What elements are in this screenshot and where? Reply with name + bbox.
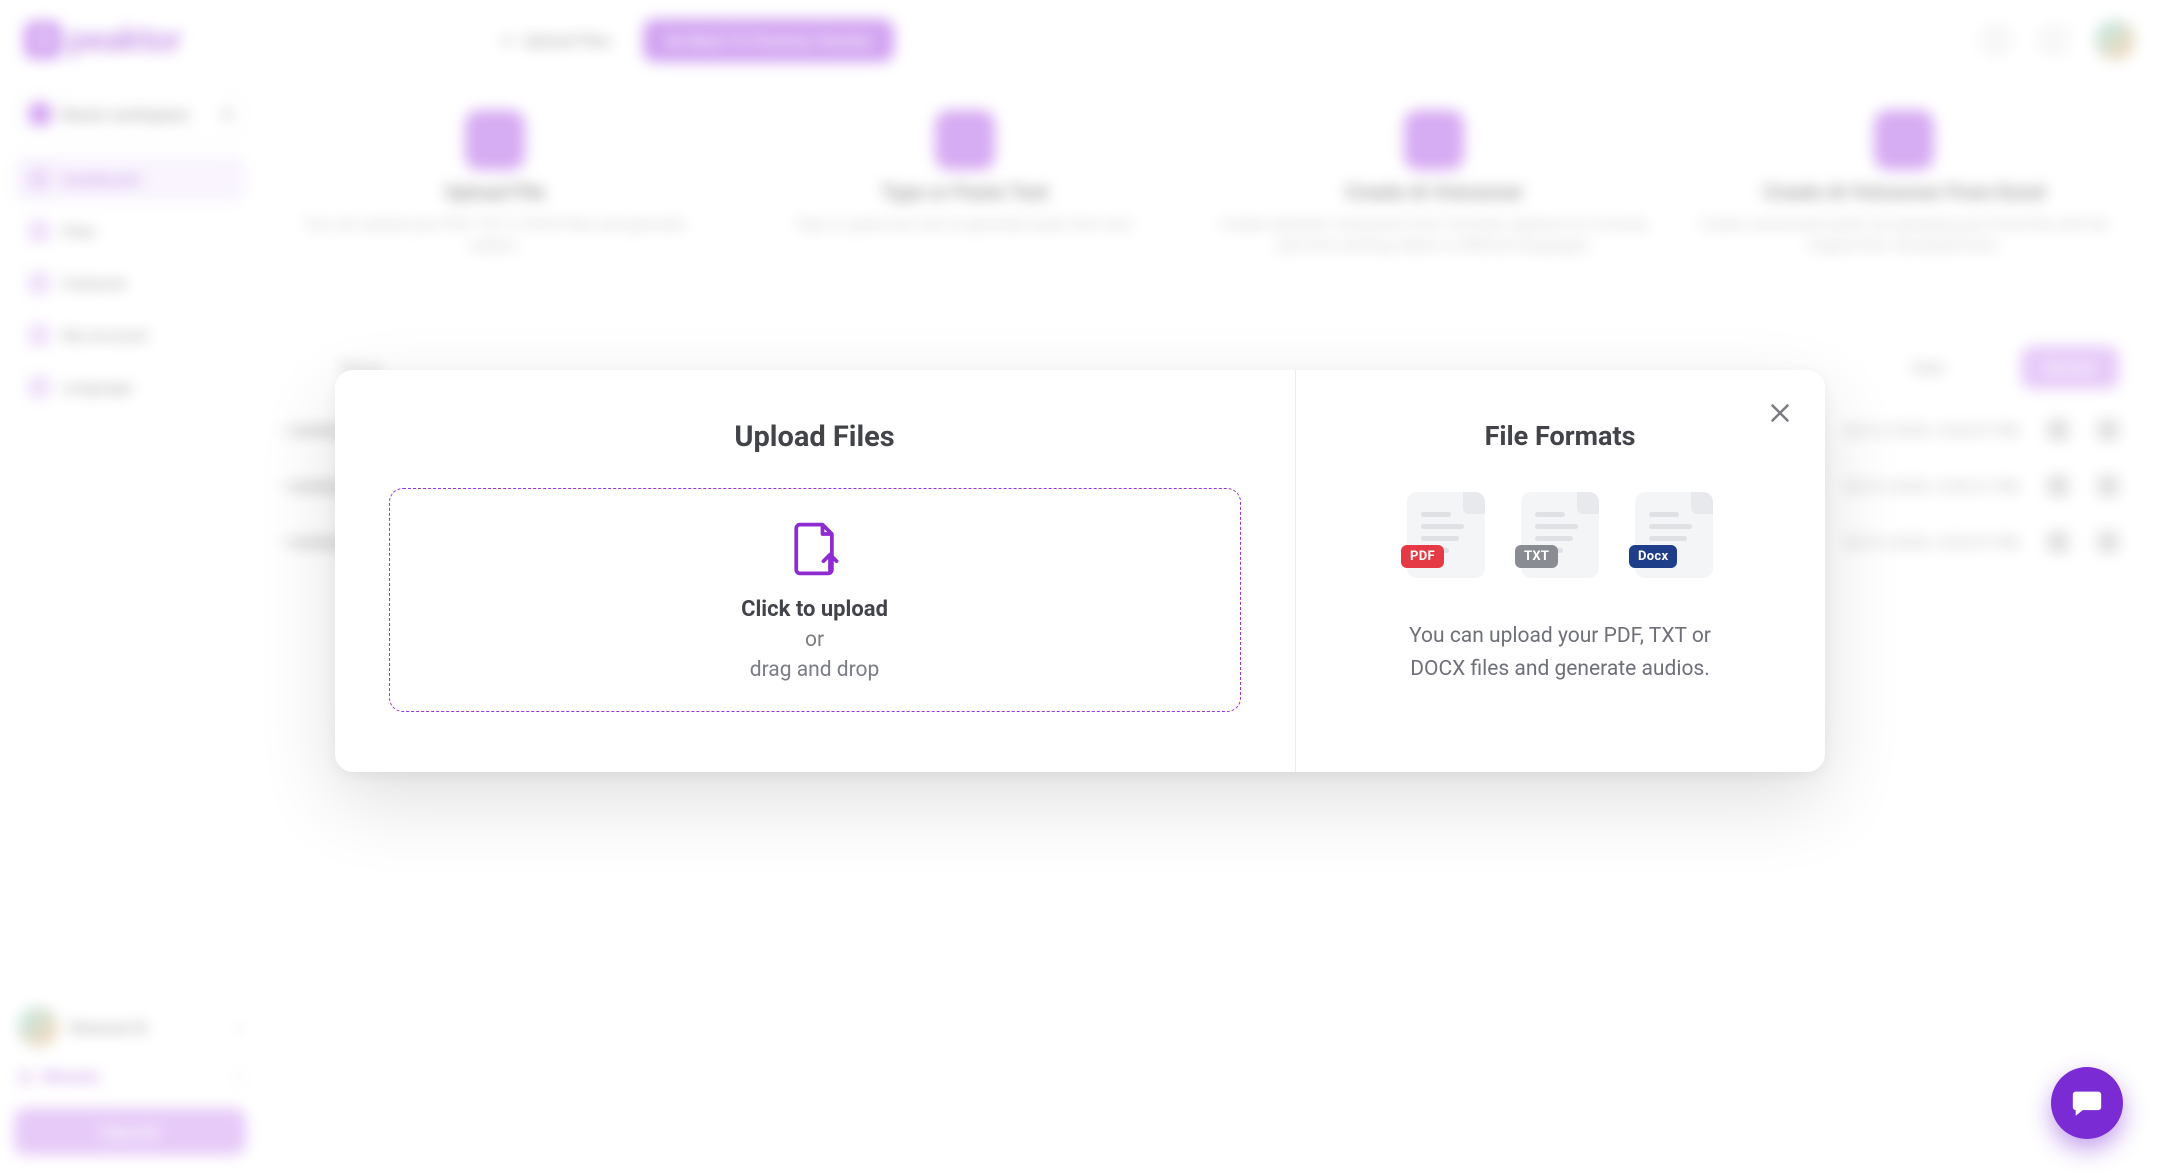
- format-docx: Docx: [1635, 492, 1713, 578]
- chat-icon: [2070, 1086, 2104, 1120]
- formats-row: PDF TXT Docx: [1407, 492, 1713, 578]
- chat-launcher[interactable]: [2051, 1067, 2123, 1139]
- txt-badge: TXT: [1515, 545, 1558, 568]
- drop-zone[interactable]: Click to upload or drag and drop: [389, 488, 1241, 712]
- format-txt: TXT: [1521, 492, 1599, 578]
- drop-text-main: Click to upload: [741, 597, 888, 622]
- docx-badge: Docx: [1629, 545, 1677, 568]
- modal-title: Upload Files: [389, 420, 1241, 454]
- close-icon: [1765, 398, 1795, 428]
- pdf-badge: PDF: [1401, 545, 1444, 568]
- modal-overlay: Upload Files Click to upload or drag and…: [0, 0, 2159, 1175]
- format-pdf: PDF: [1407, 492, 1485, 578]
- upload-modal: Upload Files Click to upload or drag and…: [335, 370, 1825, 772]
- drop-text-dnd: drag and drop: [750, 658, 880, 682]
- file-upload-icon: [785, 519, 845, 579]
- drop-text-or: or: [805, 628, 824, 652]
- formats-description: You can upload your PDF, TXT or DOCX fil…: [1390, 620, 1730, 685]
- formats-title: File Formats: [1485, 420, 1636, 452]
- close-button[interactable]: [1765, 398, 1795, 428]
